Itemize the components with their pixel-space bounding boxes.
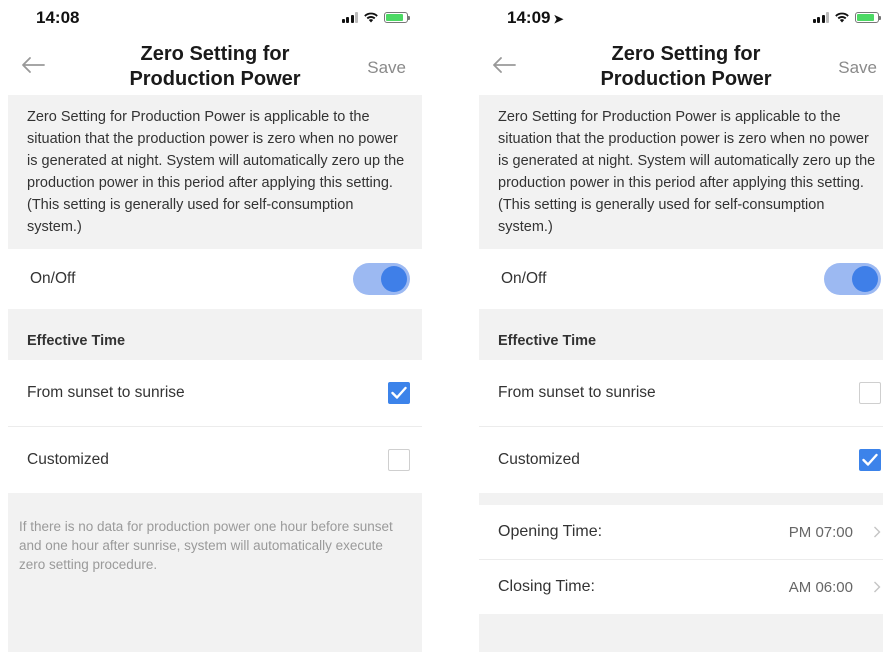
option-label: From sunset to sunrise (27, 384, 185, 401)
on-off-toggle[interactable] (353, 263, 410, 295)
intro-description: Zero Setting for Production Power is app… (479, 95, 883, 249)
screen-left: 14:08 Zero Setting for Production Power … (8, 0, 422, 652)
status-time: 14:08 (36, 8, 80, 27)
chevron-right-icon (874, 581, 881, 593)
closing-time-label: Closing Time: (498, 578, 595, 595)
nav-bar: Zero Setting for Production Power Save (8, 38, 422, 92)
on-off-toggle[interactable] (824, 263, 881, 295)
status-bar: 14:08 (8, 0, 422, 36)
option-customized[interactable]: Customized (8, 426, 422, 493)
battery-icon (855, 11, 881, 23)
wifi-icon (835, 12, 849, 23)
page-title: Zero Setting for Production Power (129, 43, 301, 90)
page-title: Zero Setting for Production Power (600, 43, 772, 90)
customized-checkbox[interactable] (859, 449, 881, 471)
back-arrow-icon[interactable] (491, 52, 517, 78)
status-icons (341, 11, 410, 23)
sunset-to-sunrise-checkbox[interactable] (859, 382, 881, 404)
on-off-row: On/Off (8, 249, 422, 309)
closing-time-value: AM 06:00 (788, 578, 853, 596)
wifi-icon (364, 12, 378, 23)
screen-right: 14:09 ➤ Zero Setting for Production Power… (479, 0, 883, 652)
customized-checkbox[interactable] (388, 449, 410, 471)
nav-bar: Zero Setting for Production Power Save (479, 38, 883, 92)
section-divider (479, 493, 883, 505)
option-customized[interactable]: Customized (479, 426, 883, 493)
option-sunset-to-sunrise[interactable]: From sunset to sunrise (479, 360, 883, 426)
status-time: 14:09 ➤ (507, 8, 564, 28)
effective-time-header: Effective Time (8, 309, 422, 360)
on-off-label: On/Off (30, 270, 76, 287)
signal-icon (812, 11, 829, 23)
opening-time-label: Opening Time: (498, 523, 603, 540)
location-arrow-icon: ➤ (553, 12, 564, 26)
chevron-right-icon (874, 526, 881, 538)
effective-time-header: Effective Time (479, 309, 883, 360)
checkmark-icon (862, 453, 878, 466)
on-off-row: On/Off (479, 249, 883, 309)
option-label: Customized (27, 451, 109, 468)
intro-description: Zero Setting for Production Power is app… (8, 95, 422, 249)
status-time-text: 14:09 (507, 8, 551, 27)
option-label: From sunset to sunrise (498, 384, 656, 401)
checkmark-icon (391, 386, 407, 399)
battery-icon (384, 11, 410, 23)
sunset-to-sunrise-checkbox[interactable] (388, 382, 410, 404)
closing-time-row[interactable]: Closing Time: AM 06:00 (479, 559, 883, 614)
save-button[interactable]: Save (367, 58, 406, 78)
status-icons (812, 11, 881, 23)
on-off-label: On/Off (501, 270, 547, 287)
option-sunset-to-sunrise[interactable]: From sunset to sunrise (8, 360, 422, 426)
opening-time-value: PM 07:00 (788, 523, 853, 541)
toggle-knob (852, 266, 878, 292)
signal-icon (341, 11, 358, 23)
zero-setting-note: If there is no data for production power… (8, 493, 422, 652)
option-label: Customized (498, 451, 580, 468)
save-button[interactable]: Save (838, 58, 877, 78)
opening-time-row[interactable]: Opening Time: PM 07:00 (479, 505, 883, 559)
status-bar: 14:09 ➤ (479, 0, 883, 36)
toggle-knob (381, 266, 407, 292)
bottom-fill (479, 614, 883, 652)
back-arrow-icon[interactable] (20, 52, 46, 78)
